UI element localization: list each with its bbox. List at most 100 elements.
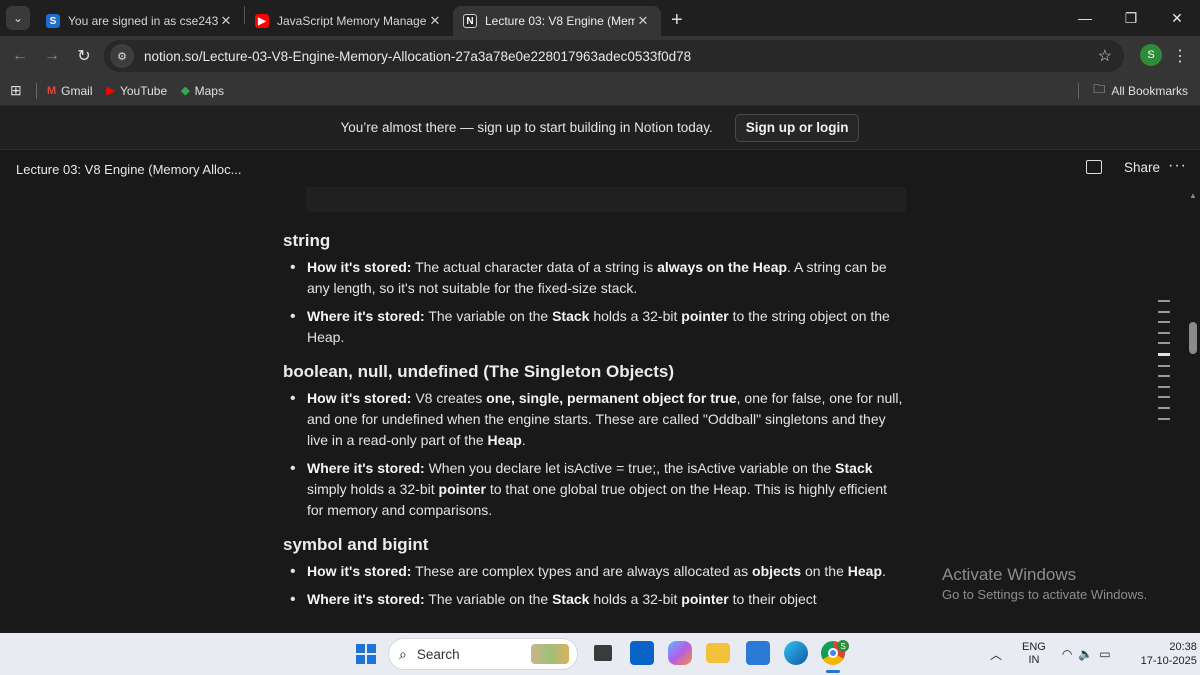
- list-item: Where it's stored: The variable on the S…: [283, 306, 903, 348]
- toc-mark[interactable]: [1158, 300, 1170, 302]
- clock-date: 17-10-2025: [1140, 655, 1197, 667]
- taskbar-search[interactable]: ⌕ Search: [388, 638, 578, 670]
- scrollbar[interactable]: ▲: [1186, 187, 1200, 633]
- clock[interactable]: 20:38 17-10-2025: [1141, 640, 1197, 668]
- edge-icon[interactable]: [784, 641, 808, 665]
- list-item: How it's stored: These are complex types…: [283, 561, 903, 582]
- banner-text: You’re almost there — sign up to start b…: [340, 120, 713, 135]
- item-label: How it's stored:: [307, 563, 412, 579]
- outlook-icon[interactable]: [630, 641, 654, 665]
- item-emphasis: Heap: [487, 432, 522, 448]
- item-text: simply holds a 32-bit: [307, 481, 439, 497]
- item-text: .: [521, 432, 526, 448]
- lang-region: IN: [1028, 654, 1040, 666]
- toc-mark[interactable]: [1158, 396, 1170, 399]
- toc-mark[interactable]: [1158, 406, 1170, 409]
- bullet-list: How it's stored: These are complex types…: [283, 561, 903, 610]
- toc-mark[interactable]: [1158, 385, 1170, 388]
- bookmark-maps[interactable]: ◆ Maps: [181, 84, 224, 98]
- table-of-contents-indicator[interactable]: [1158, 300, 1170, 428]
- youtube-icon: ▶: [255, 14, 269, 28]
- all-bookmarks-button[interactable]: 🗀 All Bookmarks: [1078, 80, 1188, 101]
- close-tab-icon[interactable]: ✕: [635, 13, 651, 29]
- item-emphasis: Heap: [847, 563, 882, 579]
- item-emphasis: always on the Heap: [657, 259, 788, 275]
- bookmark-star-icon[interactable]: ☆: [1098, 46, 1112, 66]
- item-emphasis: pointer: [681, 591, 729, 607]
- search-placeholder: Search: [416, 646, 460, 662]
- item-label: Where it's stored:: [307, 591, 425, 607]
- maximize-button[interactable]: ❐: [1108, 0, 1154, 36]
- toc-mark[interactable]: [1158, 417, 1170, 420]
- item-text: .: [882, 563, 886, 579]
- file-icon[interactable]: [594, 645, 612, 661]
- list-item: Where it's stored: The variable on the S…: [283, 589, 903, 610]
- forward-button[interactable]: →: [36, 47, 68, 65]
- item-emphasis: pointer: [438, 481, 486, 497]
- chevron-up-icon[interactable]: ︿: [990, 646, 1002, 663]
- signup-button[interactable]: Sign up or login: [734, 113, 860, 142]
- comment-icon[interactable]: [1086, 160, 1102, 174]
- tab-favicon-icon: N: [463, 14, 477, 28]
- toc-mark[interactable]: [1158, 321, 1170, 324]
- close-tab-icon[interactable]: ✕: [218, 13, 234, 29]
- scrollbar-thumb[interactable]: [1189, 322, 1197, 354]
- page-breadcrumb[interactable]: Lecture 03: V8 Engine (Memory Alloc...: [16, 162, 241, 177]
- toc-mark[interactable]: [1158, 352, 1170, 356]
- browser-tab[interactable]: N Lecture 03: V8 Engine (Memory✕: [453, 6, 661, 36]
- url-text[interactable]: notion.so/Lecture-03-V8-Engine-Memory-Al…: [144, 49, 691, 64]
- tab-strip: ⌄ S You are signed in as cse24365 ✕ ▶ JavaSc…: [0, 0, 1200, 36]
- more-options-icon[interactable]: ···: [1168, 157, 1187, 175]
- browser-tab[interactable]: S You are signed in as cse24365 ✕: [36, 6, 244, 36]
- store-icon[interactable]: [746, 641, 770, 665]
- toc-mark[interactable]: [1158, 375, 1170, 378]
- start-button[interactable]: [356, 644, 376, 664]
- tabs: S You are signed in as cse24365 ✕ ▶ JavaScri…: [36, 0, 661, 36]
- window-controls: — ❐ ✕: [1062, 0, 1200, 36]
- address-bar[interactable]: ⚙ notion.so/Lecture-03-V8-Engine-Memory-…: [104, 40, 1124, 72]
- document-body: string How it's stored: The actual charac…: [283, 231, 903, 624]
- share-button[interactable]: Share: [1124, 160, 1160, 175]
- code-block: [306, 187, 906, 212]
- item-text: holds a 32-bit: [589, 591, 682, 607]
- folder-icon[interactable]: [706, 643, 730, 663]
- tab-search-button[interactable]: ⌄: [6, 6, 30, 30]
- item-emphasis: objects: [752, 563, 802, 579]
- item-label: Where it's stored:: [307, 460, 425, 476]
- toc-mark[interactable]: [1158, 342, 1170, 345]
- toc-mark[interactable]: [1158, 364, 1170, 367]
- chrome-profile-badge: S: [837, 640, 849, 652]
- minimize-button[interactable]: —: [1062, 0, 1108, 36]
- divider: [36, 82, 37, 99]
- copilot-icon[interactable]: [668, 641, 692, 665]
- item-text: The actual character data of a string is: [411, 259, 658, 275]
- toc-mark[interactable]: [1158, 310, 1170, 313]
- divider: [1078, 82, 1080, 99]
- bookmarks-bar: ⊞ M Gmail ▶ YouTube ◆ Maps 🗀 All Bookmarks: [0, 76, 1200, 106]
- new-tab-button[interactable]: +: [671, 9, 683, 32]
- close-tab-icon[interactable]: ✕: [427, 13, 443, 29]
- site-info-icon[interactable]: ⚙: [110, 44, 134, 68]
- profile-avatar[interactable]: S: [1140, 44, 1162, 66]
- active-app-indicator: [826, 670, 840, 673]
- tab-title: You are signed in as cse24365: [68, 14, 218, 28]
- browser-tab[interactable]: ▶ JavaScript Memory Managemen✕: [245, 6, 453, 36]
- toc-mark[interactable]: [1158, 331, 1170, 334]
- list-item: How it's stored: V8 creates one, single,…: [283, 388, 903, 451]
- bookmark-gmail[interactable]: M Gmail: [47, 84, 93, 98]
- network-volume-battery-icons[interactable]: ◠🔈▭: [1062, 647, 1117, 661]
- back-button[interactable]: ←: [4, 47, 36, 65]
- scroll-up-icon[interactable]: ▲: [1189, 191, 1197, 200]
- item-text: When you declare let isActive = true;, t…: [424, 460, 836, 476]
- browser-menu-icon[interactable]: ⋮: [1172, 46, 1188, 66]
- reload-button[interactable]: ↻: [68, 46, 100, 66]
- folder-icon: 🗀: [1093, 82, 1106, 96]
- apps-grid-icon[interactable]: ⊞: [10, 82, 26, 99]
- close-window-button[interactable]: ✕: [1154, 0, 1200, 36]
- bookmark-list: M Gmail ▶ YouTube ◆ Maps: [47, 84, 238, 98]
- bookmark-youtube[interactable]: ▶ YouTube: [107, 84, 168, 98]
- language-indicator[interactable]: ENG IN: [1022, 641, 1046, 667]
- watermark-title: Activate Windows: [942, 565, 1077, 584]
- item-text: These are complex types and are always a…: [411, 563, 753, 579]
- item-emphasis: Stack: [835, 460, 873, 476]
